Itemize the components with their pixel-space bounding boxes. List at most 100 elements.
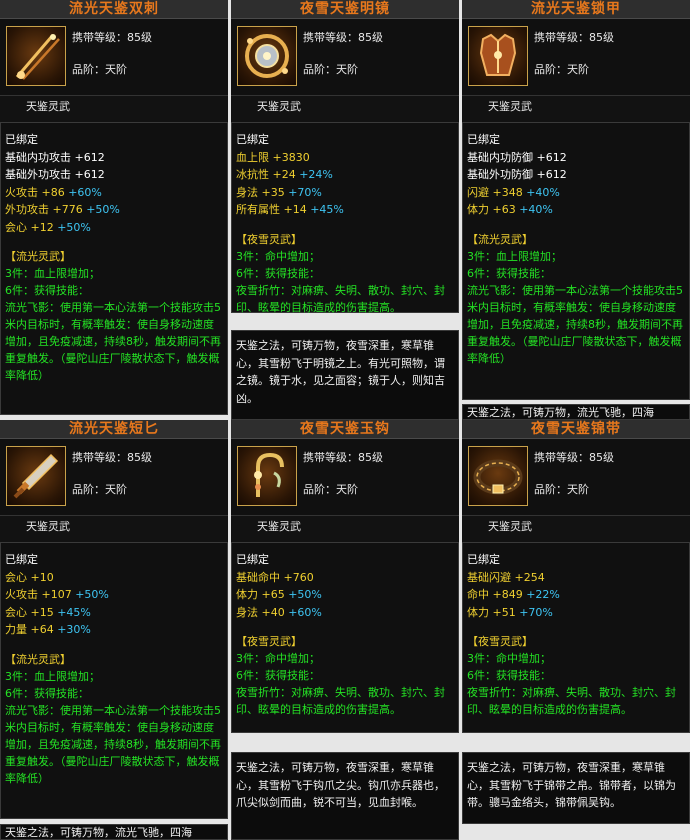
set-bonus-line: 6件：获得技能：	[467, 669, 551, 682]
set-bonus-line: 流光飞影：使用第一本心法第一个技能攻击5米内目标时，有概率触发：使自身移动速度增…	[5, 703, 221, 785]
item-description: 天鉴之法，可铸万物，夜雪深重，寒草锥心，其雪粉飞于明镜之上。有光可照物，谓之镜。…	[231, 330, 459, 420]
bound-status: 已绑定	[236, 133, 269, 146]
set-bonus-line: 6件：获得技能：	[236, 266, 320, 280]
item-card: 夜雪天鉴锦带 携带等级：85级 品阶：天阶 天鉴灵武 已绑定 基础闪避 +254…	[462, 420, 690, 733]
carry-level: 携带等级：85级	[72, 31, 152, 44]
item-card: 流光天鉴短匕 携带等级：85级 品阶：天阶 天鉴灵武 已绑定 会心 +10 火攻…	[0, 420, 228, 819]
stat-line: 基础内功防御 +612	[467, 150, 567, 164]
carry-level: 携带等级：85级	[534, 31, 614, 44]
stat-line: 基础命中 +760	[236, 570, 314, 584]
stat-line: 基础外功防御 +612	[467, 168, 567, 181]
set-bonus-line: 6件：获得技能：	[5, 284, 89, 297]
item-title: 流光天鉴锁甲	[462, 0, 690, 19]
set-name: 【夜雪灵武】	[467, 635, 533, 648]
set-bonus-line: 3件：血上限增加；	[5, 267, 100, 280]
stat-line: 身法 +40 +60%	[236, 605, 322, 619]
stats-panel: 已绑定 血上限 +3830 冰抗性 +24 +24% 身法 +35 +70% 所…	[231, 123, 459, 313]
carry-level: 携带等级：85级	[72, 451, 152, 464]
set-bonus-line: 3件：命中增加；	[236, 652, 320, 665]
item-grade: 品阶：天阶	[303, 63, 358, 76]
stat-line: 会心 +10	[5, 570, 54, 584]
stat-line: 会心 +12 +50%	[5, 220, 91, 234]
stat-line: 血上限 +3830	[236, 150, 310, 164]
set-name: 【流光灵武】	[467, 232, 533, 246]
stats-panel: 已绑定 基础命中 +760 体力 +65 +50% 身法 +40 +60% 【夜…	[231, 543, 459, 733]
item-grade: 品阶：天阶	[534, 483, 589, 496]
hook-icon[interactable]	[237, 446, 297, 506]
set-title: 天鉴灵武	[0, 96, 228, 123]
item-title: 流光天鉴双刺	[0, 0, 228, 19]
item-title: 流光天鉴短匕	[0, 420, 228, 439]
stat-line: 身法 +35 +70%	[236, 185, 322, 199]
set-title: 天鉴灵武	[231, 96, 459, 123]
set-title: 天鉴灵武	[462, 516, 690, 543]
set-bonus-line: 3件：命中增加；	[236, 249, 320, 263]
stats-panel: 已绑定 基础内功攻击 +612 基础外功攻击 +612 火攻击 +86 +60%…	[0, 123, 228, 415]
stat-line: 会心 +15 +45%	[5, 605, 91, 619]
set-bonus-line: 3件：血上限增加；	[5, 669, 100, 683]
bound-status: 已绑定	[236, 553, 269, 566]
bound-status: 已绑定	[5, 133, 38, 146]
item-title: 夜雪天鉴玉钩	[231, 420, 459, 439]
set-bonus-line: 流光飞影：使用第一本心法第一个技能攻击5米内目标时，有概率触发：使自身移动速度增…	[5, 301, 221, 382]
set-bonus-line: 6件：获得技能：	[236, 669, 320, 682]
set-name: 【夜雪灵武】	[236, 232, 302, 246]
stats-panel: 已绑定 会心 +10 火攻击 +107 +50% 会心 +15 +45% 力量 …	[0, 543, 228, 819]
stat-line: 基础内功攻击 +612	[5, 150, 105, 164]
stat-line: 火攻击 +86 +60%	[5, 185, 102, 199]
item-title: 夜雪天鉴锦带	[462, 420, 690, 439]
set-title: 天鉴灵武	[0, 516, 228, 543]
bound-status: 已绑定	[5, 553, 38, 566]
stat-line: 外功攻击 +776 +50%	[5, 203, 120, 216]
set-bonus-line: 夜雪折竹：对麻痹、失明、散功、封穴、封印、眩晕的目标造成的伤害提高。	[236, 686, 445, 716]
belt-icon[interactable]	[468, 446, 528, 506]
stats-panel: 已绑定 基础内功防御 +612 基础外功防御 +612 闪避 +348 +40%…	[462, 123, 690, 400]
item-grade: 品阶：天阶	[303, 483, 358, 496]
set-bonus-line: 夜雪折竹：对麻痹、失明、散功、封穴、封印、眩晕的目标造成的伤害提高。	[236, 283, 445, 314]
bound-status: 已绑定	[467, 553, 500, 566]
double-dagger-icon[interactable]	[6, 26, 66, 86]
item-card: 夜雪天鉴玉钩 携带等级：85级 品阶：天阶 天鉴灵武 已绑定 基础命中 +760…	[231, 420, 459, 733]
item-grade: 品阶：天阶	[534, 63, 589, 76]
stat-line: 体力 +63 +40%	[467, 203, 553, 216]
item-grade: 品阶：天阶	[72, 483, 127, 496]
carry-level: 携带等级：85级	[534, 451, 614, 464]
set-bonus-line: 夜雪折竹：对麻痹、失明、散功、封穴、封印、眩晕的目标造成的伤害提高。	[467, 686, 676, 716]
set-bonus-line: 6件：获得技能：	[5, 686, 89, 700]
item-description: 天鉴之法，可铸万物，流光飞驰，四海	[0, 824, 228, 840]
stat-line: 力量 +64 +30%	[5, 623, 91, 636]
carry-level: 携带等级：85级	[303, 451, 383, 464]
set-title: 天鉴灵武	[462, 96, 690, 123]
set-title: 天鉴灵武	[231, 516, 459, 543]
item-title: 夜雪天鉴明镜	[231, 0, 459, 19]
dagger-icon[interactable]	[6, 446, 66, 506]
item-tooltip-grid: 流光天鉴双刺 携带等级：85级 品阶：天阶 天鉴灵武 已绑定 基础内功攻击 +6…	[0, 0, 690, 840]
item-card: 夜雪天鉴明镜 携带等级：85级 品阶：天阶 天鉴灵武 已绑定 血上限 +3830…	[231, 0, 459, 313]
carry-level: 携带等级：85级	[303, 31, 383, 44]
set-name: 【流光灵武】	[5, 250, 71, 263]
mirror-icon[interactable]	[237, 26, 297, 86]
set-name: 【流光灵武】	[5, 652, 71, 666]
stat-line: 体力 +65 +50%	[236, 588, 322, 601]
set-bonus-line: 流光飞影：使用第一本心法第一个技能攻击5米内目标时，有概率触发：使自身移动速度增…	[467, 283, 683, 365]
stats-panel: 已绑定 基础闪避 +254 命中 +849 +22% 体力 +51 +70% 【…	[462, 543, 690, 733]
bound-status: 已绑定	[467, 133, 500, 146]
set-bonus-line: 6件：获得技能：	[467, 266, 551, 280]
stat-line: 闪避 +348 +40%	[467, 185, 560, 199]
set-bonus-line: 3件：血上限增加；	[467, 249, 562, 263]
item-description: 天鉴之法，可铸万物，夜雪深重，寒草锥心，其雪粉飞于钩爪之尖。钩爪亦兵器也，爪尖似…	[231, 752, 459, 840]
item-card: 流光天鉴锁甲 携带等级：85级 品阶：天阶 天鉴灵武 已绑定 基础内功防御 +6…	[462, 0, 690, 400]
item-grade: 品阶：天阶	[72, 63, 127, 76]
stat-line: 所有属性 +14 +45%	[236, 203, 344, 216]
set-name: 【夜雪灵武】	[236, 635, 302, 648]
stat-line: 命中 +849 +22%	[467, 588, 560, 601]
set-bonus-line: 3件：命中增加；	[467, 652, 551, 665]
stat-line: 基础闪避 +254	[467, 570, 545, 584]
armor-icon[interactable]	[468, 26, 528, 86]
stat-line: 基础外功攻击 +612	[5, 168, 105, 181]
item-card: 流光天鉴双刺 携带等级：85级 品阶：天阶 天鉴灵武 已绑定 基础内功攻击 +6…	[0, 0, 228, 415]
stat-line: 冰抗性 +24 +24%	[236, 168, 333, 181]
item-description: 天鉴之法，可铸万物，流光飞驰，四海	[462, 404, 690, 420]
stat-line: 火攻击 +107 +50%	[5, 588, 109, 601]
stat-line: 体力 +51 +70%	[467, 605, 553, 619]
